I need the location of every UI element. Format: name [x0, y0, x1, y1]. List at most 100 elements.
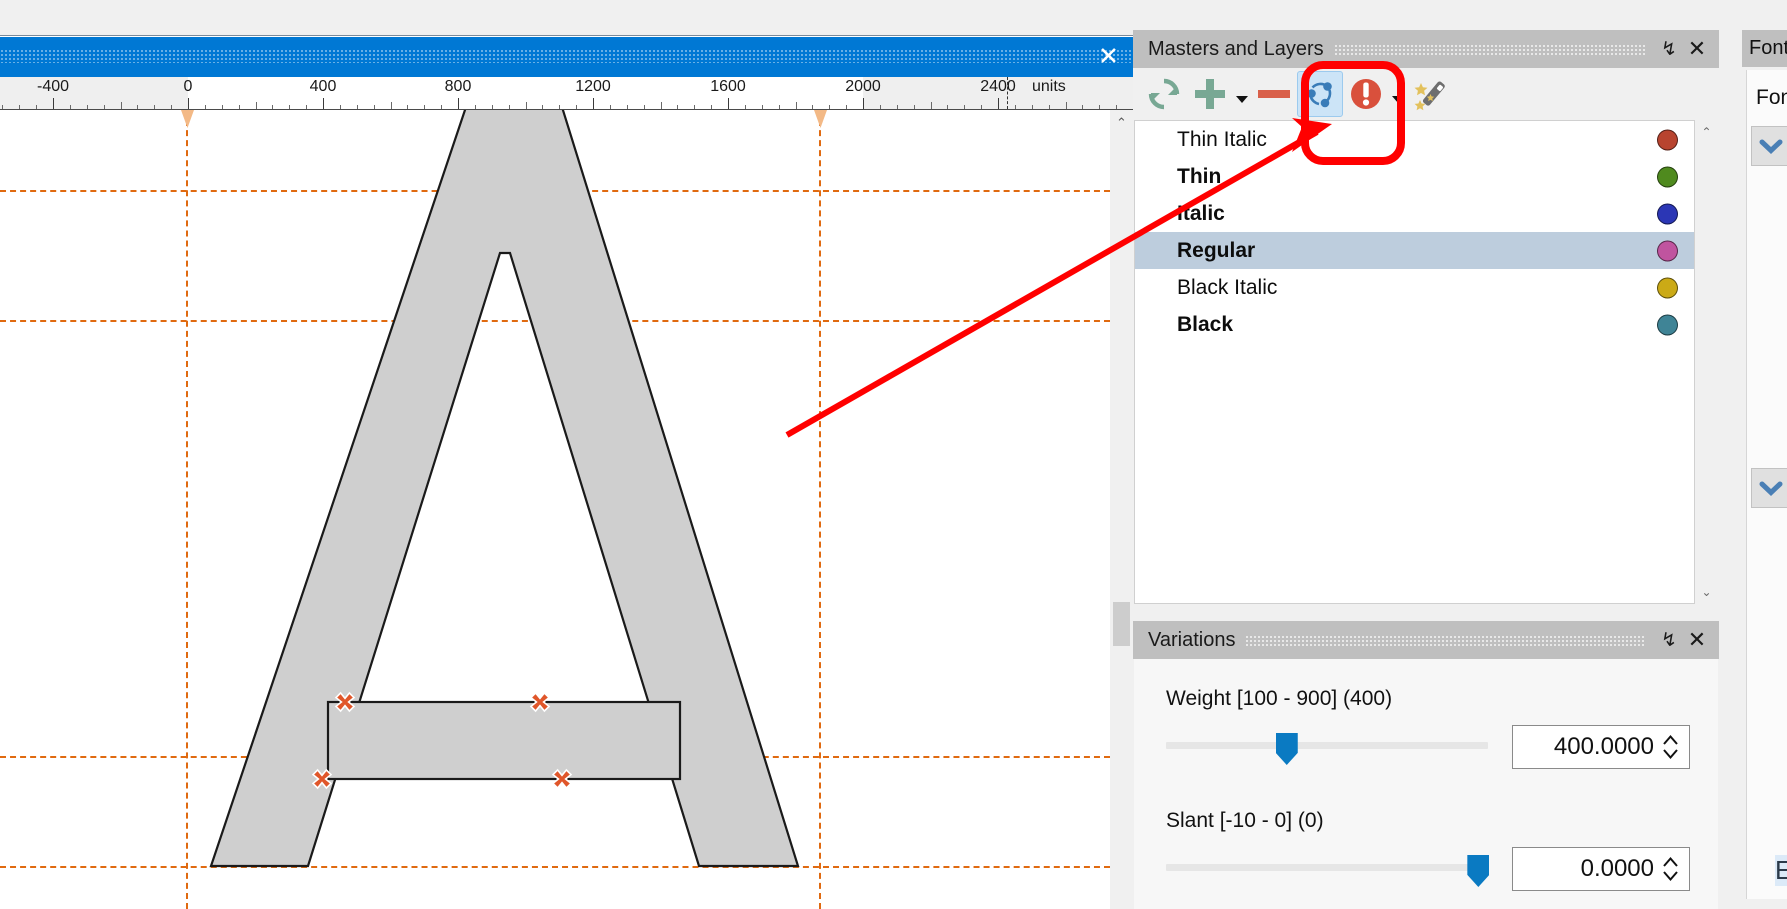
master-color-swatch[interactable]: [1657, 240, 1678, 261]
slider-track: [1166, 864, 1488, 871]
ruler-tick: [238, 105, 240, 109]
ruler-tick: [19, 105, 21, 109]
weight-axis-slider[interactable]: [1166, 731, 1488, 765]
magic-wand-icon[interactable]: [1407, 71, 1453, 117]
ruler-tick: [323, 98, 324, 109]
master-color-swatch[interactable]: [1657, 314, 1678, 335]
master-row[interactable]: Thin: [1135, 158, 1694, 195]
refresh-icon[interactable]: [1141, 71, 1187, 117]
remove-master-icon[interactable]: [1251, 71, 1297, 117]
ruler-tick-label: -400: [36, 78, 70, 95]
master-row[interactable]: Black Italic: [1135, 269, 1694, 306]
scroll-up-icon[interactable]: ⌃: [1110, 110, 1133, 136]
slant-stepper-icon[interactable]: [1662, 855, 1679, 883]
panel-drag-grip[interactable]: [1333, 43, 1645, 55]
master-color-swatch[interactable]: [1657, 203, 1678, 224]
font-panel-titlebar[interactable]: Font: [1742, 30, 1787, 67]
glyph-outline[interactable]: [0, 110, 1110, 909]
ruler-tick: [525, 102, 527, 109]
ruler-tick: [863, 98, 864, 109]
ruler-tick: [272, 105, 274, 109]
add-master-dropdown-icon[interactable]: [1233, 71, 1251, 117]
warning-dropdown-icon[interactable]: [1389, 71, 1407, 117]
ruler-tick: [474, 105, 476, 109]
slant-axis-slider[interactable]: [1166, 853, 1490, 887]
ruler-tick: [2, 105, 4, 109]
ruler-tick: [221, 105, 223, 109]
masters-and-layers-panel: Masters and Layers ↯ ✕ Thin Italic Thin …: [1133, 30, 1719, 605]
canvas-vertical-scrollbar[interactable]: ⌃: [1110, 110, 1133, 909]
ruler-tick: [626, 105, 628, 109]
horizontal-ruler[interactable]: -400 0 400 800 1200 1600 2000 2400 units: [0, 77, 1133, 110]
ruler-tick: [947, 105, 949, 109]
masters-list-scrollbar[interactable]: ⌃ ⌄: [1695, 120, 1718, 604]
master-color-swatch[interactable]: [1657, 129, 1678, 150]
font-section-collapse-icon-1[interactable]: [1751, 126, 1787, 166]
glyph-canvas[interactable]: [0, 110, 1110, 909]
ruler-tick: [441, 105, 443, 109]
masters-list[interactable]: Thin Italic Thin Italic Regular Black Italic…: [1134, 120, 1695, 604]
ruler-tick: [373, 105, 375, 109]
ruler-tick: [424, 105, 426, 109]
pin-icon[interactable]: ↯: [1655, 30, 1683, 68]
masters-panel-titlebar[interactable]: Masters and Layers ↯ ✕: [1133, 30, 1719, 68]
master-row[interactable]: Black: [1135, 306, 1694, 343]
slider-knob[interactable]: [1467, 855, 1490, 887]
font-panel-body: Font: [1746, 70, 1787, 899]
master-name: Italic: [1177, 201, 1225, 225]
ruler-tick: [930, 102, 932, 109]
ruler-tick: [795, 102, 797, 109]
variations-panel-titlebar[interactable]: Variations ↯ ✕: [1133, 621, 1719, 659]
slant-axis-value-field[interactable]: 0.0000: [1512, 847, 1690, 891]
close-document-icon[interactable]: ✕: [1098, 44, 1119, 70]
ruler-tick: [137, 105, 139, 109]
master-color-swatch[interactable]: [1657, 166, 1678, 187]
pin-icon[interactable]: ↯: [1655, 621, 1683, 659]
ruler-units-label: units: [1032, 78, 1066, 95]
close-icon[interactable]: ✕: [1683, 30, 1711, 68]
ruler-tick: [981, 105, 983, 109]
link-nodes-icon[interactable]: [1297, 71, 1343, 117]
ruler-tick: [306, 105, 308, 109]
glyph-contour-crossbar: [326, 700, 682, 781]
ruler-tick: [171, 105, 173, 109]
ruler-tick: [1082, 105, 1084, 109]
close-icon[interactable]: ✕: [1683, 621, 1711, 659]
master-row[interactable]: Regular: [1135, 232, 1694, 269]
master-color-swatch[interactable]: [1657, 277, 1678, 298]
panel-drag-grip[interactable]: [1245, 634, 1645, 646]
weight-stepper-icon[interactable]: [1662, 733, 1679, 761]
ruler-tick: [744, 105, 746, 109]
warning-icon[interactable]: [1343, 71, 1389, 117]
masters-scroll-up-icon[interactable]: ⌃: [1695, 120, 1718, 144]
ruler-tick: [711, 105, 713, 109]
ruler-tick: [913, 105, 915, 109]
ruler-tick-label: 2000: [845, 78, 881, 95]
master-row[interactable]: Italic: [1135, 195, 1694, 232]
scrollbar-thumb[interactable]: [1113, 602, 1130, 646]
font-panel-subtitle: Font: [1756, 86, 1787, 109]
masters-scroll-down-icon[interactable]: ⌄: [1695, 580, 1718, 604]
ruler-tick: [694, 105, 696, 109]
font-section-collapse-icon-2[interactable]: [1751, 468, 1787, 508]
slider-track: [1166, 742, 1488, 749]
ruler-tick: [542, 105, 544, 109]
master-row[interactable]: Thin Italic: [1135, 121, 1694, 158]
ruler-tick: [53, 98, 54, 109]
add-master-icon[interactable]: [1187, 71, 1233, 117]
ruler-divider: [1007, 77, 1008, 109]
ruler-tick: [593, 98, 594, 109]
ruler-tick-label: 1600: [710, 78, 746, 95]
slant-axis-label: Slant [-10 - 0] (0): [1166, 809, 1324, 832]
ruler-tick: [660, 102, 662, 109]
weight-axis-value-field[interactable]: 400.0000: [1512, 725, 1690, 769]
ruler-tick: [390, 102, 392, 109]
masters-toolbar: [1133, 68, 1719, 120]
document-tab-bar[interactable]: ✕: [0, 37, 1133, 77]
ruler-tick: [1031, 105, 1033, 109]
slider-knob[interactable]: [1275, 733, 1298, 765]
font-panel: Font Font: [1742, 0, 1787, 909]
ruler-tick: [728, 98, 729, 109]
ruler-tick: [255, 102, 257, 109]
application-window: ✕ -400 0 400 800 1200 1600 2000 2400 units ⌃: [0, 0, 1787, 909]
